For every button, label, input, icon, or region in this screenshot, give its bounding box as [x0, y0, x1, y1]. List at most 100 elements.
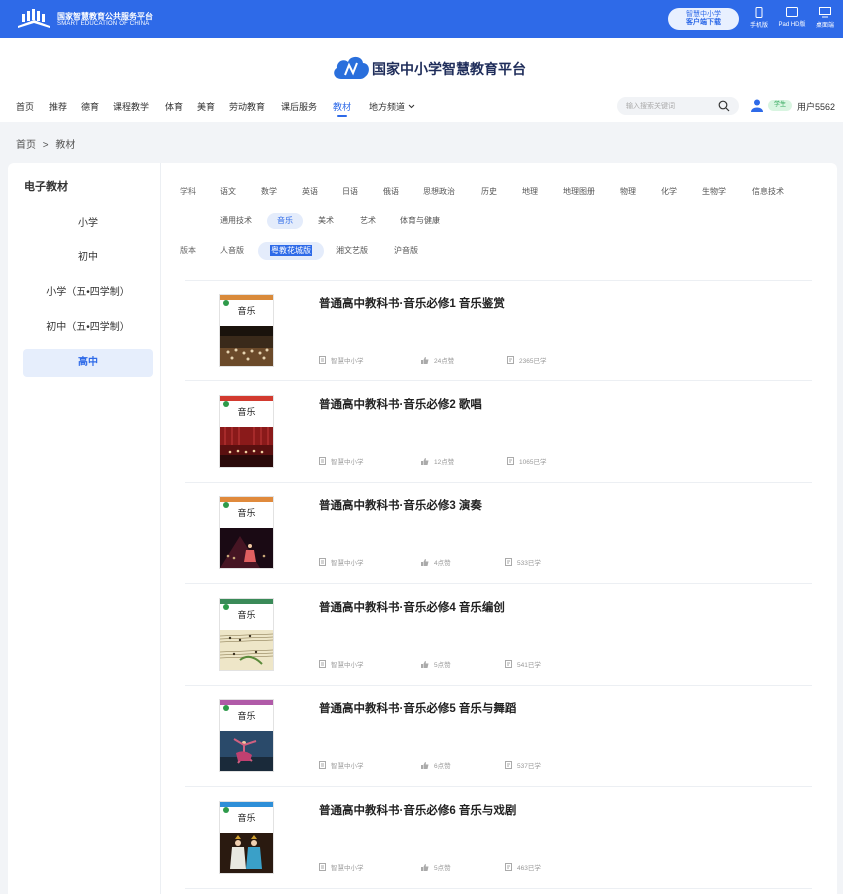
nav-item-textbooks[interactable]: 教材 — [333, 100, 351, 117]
cover-title: 音乐 — [237, 611, 256, 621]
nav-item-labor[interactable]: 劳动教育 — [229, 100, 265, 113]
filter-subject-label: 学科 — [180, 187, 196, 196]
nav-item-local[interactable]: 地方频道 — [369, 100, 415, 113]
filter-subject-atlas[interactable]: 地理图册 — [563, 184, 595, 200]
book-publisher: 智慧中小学 — [319, 456, 364, 466]
book-learners-label: 541已学 — [517, 662, 541, 669]
nav-item-arts[interactable]: 美育 — [197, 100, 215, 113]
site-header: 国家中小学智慧教育平台 首页 推荐 德育 课程教学 体育 美育 劳动教育 课后服… — [0, 38, 843, 122]
platform-logo-icon[interactable] — [16, 8, 52, 30]
book-item[interactable]: 音乐 普通高中教科书·音乐必修1 音乐鉴赏 智慧中小学 24点赞 2365已学 — [185, 281, 812, 382]
cover-band — [220, 599, 273, 604]
filter-edition-xiangwenyi[interactable]: 湘文艺版 — [336, 243, 368, 259]
book-learners-label: 2365已学 — [519, 358, 547, 365]
role-badge: 学生 — [768, 100, 792, 111]
learners-icon — [505, 660, 512, 668]
avatar-icon[interactable] — [750, 98, 764, 112]
book-title[interactable]: 普通高中教科书·音乐必修6 音乐与戏剧 — [319, 802, 516, 818]
book-likes: 4点赞 — [421, 557, 451, 567]
book-publisher: 智慧中小学 — [319, 355, 364, 365]
book-cover[interactable]: 音乐 — [220, 599, 273, 670]
cloud-logo-icon[interactable] — [331, 51, 371, 83]
filter-subject-geography[interactable]: 地理 — [522, 184, 538, 200]
nav-item-recommend[interactable]: 推荐 — [49, 100, 67, 113]
client-download-button[interactable]: 智慧中小学 客户端下载 — [668, 8, 739, 30]
filter-subject-biology[interactable]: 生物学 — [702, 184, 726, 200]
filter-subject-politics[interactable]: 思想政治 — [423, 184, 455, 200]
book-cover[interactable]: 音乐 — [220, 802, 273, 873]
filter-subject-pe[interactable]: 体育与健康 — [400, 213, 440, 229]
nav-item-afterschool[interactable]: 课后服务 — [281, 100, 317, 113]
nav-item-sports[interactable]: 体育 — [165, 100, 183, 113]
book-title[interactable]: 普通高中教科书·音乐必修5 音乐与舞蹈 — [319, 700, 516, 716]
book-publisher: 智慧中小学 — [319, 557, 364, 567]
filter-edition-renyin[interactable]: 人音版 — [220, 243, 244, 259]
book-cover[interactable]: 音乐 — [220, 396, 273, 467]
brand-name-en: SMART EDUCATION OF CHINA — [57, 21, 150, 27]
book-item[interactable]: 音乐 普通高中教科书·音乐必修2 歌唱 智慧中小学 12点赞 1065已学 — [185, 382, 812, 483]
book-item[interactable]: 音乐 普通高中教科书·音乐必修3 演奏 智慧中小学 4点赞 533已学 — [185, 483, 812, 584]
cover-photo-performance — [220, 528, 273, 568]
book-title[interactable]: 普通高中教科书·音乐必修2 歌唱 — [319, 396, 482, 412]
nav-item-moral[interactable]: 德育 — [81, 100, 99, 113]
search-input[interactable]: 输入搜索关键词 — [626, 101, 675, 111]
thumbs-up-icon — [421, 661, 429, 668]
device-desktop-link[interactable]: 桌面端 — [810, 7, 840, 29]
book-cover[interactable]: 音乐 — [220, 497, 273, 568]
book-publisher-label: 智慧中小学 — [331, 763, 364, 770]
book-title[interactable]: 普通高中教科书·音乐必修1 音乐鉴赏 — [319, 295, 505, 311]
book-cover[interactable]: 音乐 — [220, 295, 273, 366]
filter-subject-russian[interactable]: 俄语 — [383, 184, 399, 200]
device-pad-link[interactable]: Pad HD版 — [774, 7, 810, 28]
filter-subject-tech[interactable]: 通用技术 — [220, 213, 252, 229]
nav-item-courses[interactable]: 课程教学 — [113, 100, 149, 113]
cover-photo-choir — [220, 427, 273, 467]
book-title[interactable]: 普通高中教科书·音乐必修3 演奏 — [319, 497, 482, 513]
filter-edition-huyin[interactable]: 沪音版 — [394, 243, 418, 259]
filter-subject-japanese[interactable]: 日语 — [342, 184, 358, 200]
filter-subject-it[interactable]: 信息技术 — [752, 184, 784, 200]
filter-subject-art[interactable]: 美术 — [318, 213, 334, 229]
book-cover[interactable]: 音乐 — [220, 700, 273, 771]
book-likes-label: 24点赞 — [434, 358, 455, 365]
sidebar-item-senior[interactable]: 高中 — [23, 349, 153, 377]
filter-edition-label: 版本 — [180, 246, 196, 255]
book-publisher: 智慧中小学 — [319, 760, 364, 770]
filter-subject-music[interactable]: 音乐 — [267, 213, 303, 229]
username[interactable]: 用户5562 — [797, 100, 835, 113]
book-learners: 463已学 — [505, 862, 541, 872]
book-item[interactable]: 音乐 普通高中教科书·音乐必修5 音乐与舞蹈 智慧中小学 6点赞 537已学 — [185, 686, 812, 787]
cover-title: 音乐 — [237, 408, 256, 418]
filter-subject-chinese[interactable]: 语文 — [220, 184, 236, 200]
filter-subject-chemistry[interactable]: 化学 — [661, 184, 677, 200]
divider — [185, 380, 812, 381]
book-item[interactable]: 音乐 普通高中教科书·音乐必修6 音乐与戏剧 智慧中小学 5点赞 463已学 — [185, 788, 812, 889]
filter-subject-arts[interactable]: 艺术 — [360, 213, 376, 229]
book-title[interactable]: 普通高中教科书·音乐必修4 音乐编创 — [319, 599, 505, 615]
filter-subject-physics[interactable]: 物理 — [620, 184, 636, 200]
filter-subject-english[interactable]: 英语 — [302, 184, 318, 200]
breadcrumb-home[interactable]: 首页 — [16, 140, 36, 151]
device-phone-link[interactable]: 手机版 — [744, 7, 774, 29]
book-item[interactable]: 音乐 普通高中教科书·音乐必修4 音乐编创 智慧中小学 5点赞 541已学 — [185, 585, 812, 686]
learners-icon — [507, 356, 514, 364]
book-likes: 5点赞 — [421, 659, 451, 669]
search-box[interactable]: 输入搜索关键词 — [617, 97, 739, 115]
filter-subject-math[interactable]: 数学 — [261, 184, 277, 200]
book-likes-label: 5点赞 — [434, 662, 451, 669]
sidebar-item-primary[interactable]: 小学 — [23, 210, 153, 238]
thumbs-up-icon — [421, 357, 429, 364]
sidebar-item-primary-54[interactable]: 小学（五•四学制） — [23, 279, 153, 307]
book-icon — [319, 863, 326, 871]
nav-item-home[interactable]: 首页 — [16, 100, 34, 113]
nav-item-local-label: 地方频道 — [369, 102, 406, 112]
sidebar-item-junior-54[interactable]: 初中（五•四学制） — [23, 314, 153, 342]
search-icon[interactable] — [718, 100, 730, 112]
sidebar-item-junior[interactable]: 初中 — [23, 244, 153, 272]
book-publisher-label: 智慧中小学 — [331, 560, 364, 567]
book-icon — [319, 558, 326, 566]
filter-edition-yuejiao[interactable]: 粤教花城版 — [258, 242, 324, 260]
breadcrumb: 首页 > 教材 — [16, 136, 79, 151]
thumbs-up-icon — [421, 458, 429, 465]
filter-subject-history[interactable]: 历史 — [481, 184, 497, 200]
